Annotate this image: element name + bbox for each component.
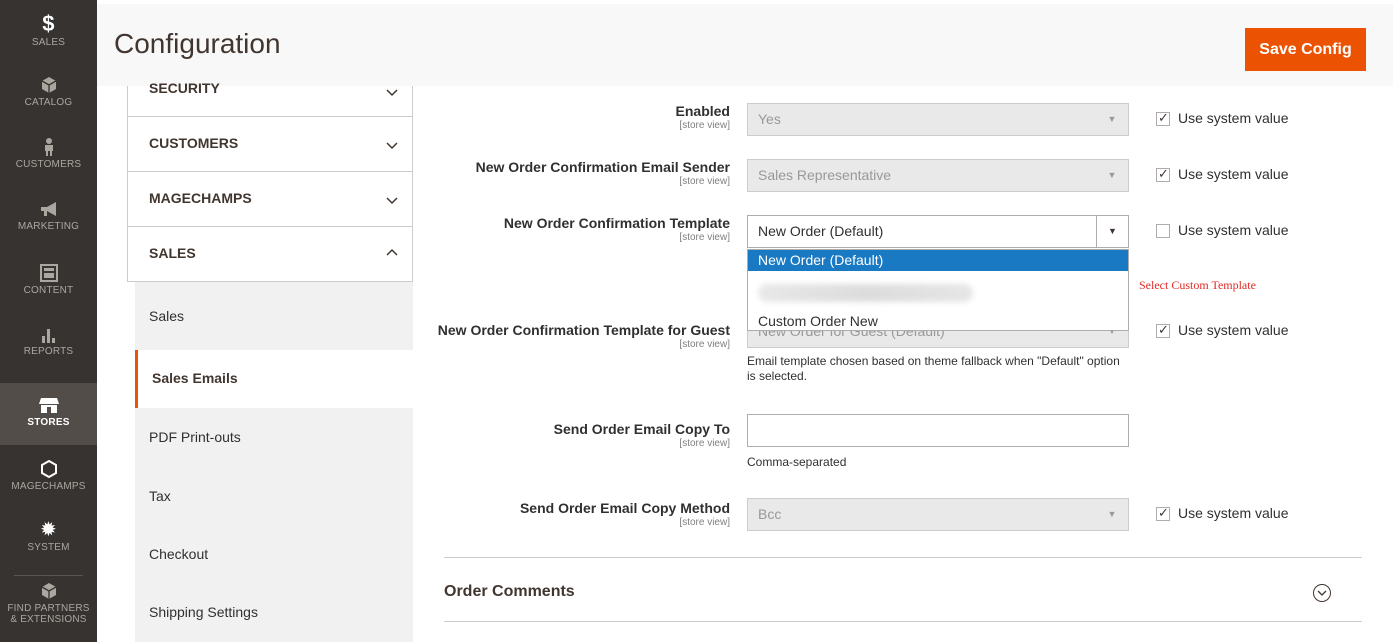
nav-catalog[interactable]: CATALOG [0,76,97,108]
copy-to-label: Send Order Email Copy To [store view] [553,421,730,449]
box-icon [41,77,56,93]
chevron-down-icon: ▼ [1107,509,1117,519]
section-divider [444,621,1362,622]
sender-use-system-checkbox[interactable]: ✓ [1156,166,1170,182]
nav-customers[interactable]: CUSTOMERS [0,138,97,170]
nav-divider [14,575,83,576]
nav-sales[interactable]: $ SALES [0,11,97,49]
section-sales[interactable]: SALES [127,227,413,282]
tab-sales[interactable]: Sales [135,282,413,350]
bars-icon [41,329,55,343]
template-label: New Order Confirmation Template [store vi… [503,215,730,243]
expand-circle-icon[interactable] [1313,584,1331,602]
nav-stores[interactable]: STORES [0,383,97,445]
dollar-icon: $ [42,11,55,36]
guest-use-system-checkbox[interactable]: ✓ [1156,322,1170,338]
chevron-up-icon [386,248,398,256]
save-config-button[interactable]: Save Config [1245,28,1366,71]
nav-reports[interactable]: REPORTS [0,325,97,357]
section-magechamps-label: MAGECHAMPS [149,190,252,206]
use-system-label: Use system value [1178,222,1289,238]
nav-magechamps[interactable]: MAGECHAMPS [0,460,97,492]
template-dropdown-list: New Order (Default) Custom Order New [747,249,1129,331]
copy-method-label: Send Order Email Copy Method [store view] [519,500,730,528]
section-magechamps[interactable]: MAGECHAMPS [127,172,413,227]
section-sales-label: SALES [149,245,196,261]
store-icon [38,398,59,413]
hexagon-icon [40,460,57,478]
guest-template-label: New Order Confirmation Template for Gues… [437,322,730,350]
use-system-label: Use system value [1178,505,1289,521]
tab-sales-emails[interactable]: Sales Emails [135,350,413,408]
chevron-down-icon: ▼ [1107,114,1117,124]
chevron-down-icon: ▼ [1096,216,1128,247]
enabled-select[interactable]: Yes ▼ [747,103,1129,136]
chevron-down-icon [386,197,398,205]
section-security[interactable]: SECURITY [127,80,413,117]
person-icon [44,138,53,156]
gear-icon: ✹ [40,519,57,541]
use-system-label: Use system value [1178,166,1289,182]
copy-method-use-system-checkbox[interactable]: ✓ [1156,505,1170,521]
dropdown-option-default[interactable]: New Order (Default) [748,250,1128,271]
section-security-label: SECURITY [149,80,220,96]
use-system-label: Use system value [1178,322,1289,338]
template-use-system-checkbox[interactable] [1156,224,1170,238]
guest-template-note: Email template chosen based on theme fal… [747,354,1120,383]
nav-content[interactable]: CONTENT [0,264,97,296]
copy-method-select[interactable]: Bcc ▼ [747,498,1129,531]
page-header: Configuration Save Config [97,4,1393,86]
section-customers-label: CUSTOMERS [149,135,239,151]
tab-tax[interactable]: Tax [135,468,413,526]
nav-find-partners[interactable]: FIND PARTNERS & EXTENSIONS [0,582,97,625]
sender-label: New Order Confirmation Email Sender [stor… [475,159,730,187]
copy-to-note: Comma-separated [747,455,847,469]
enabled-use-system-checkbox[interactable]: ✓ [1156,110,1170,126]
chevron-down-icon: ▼ [1107,170,1117,180]
nav-system[interactable]: ✹ SYSTEM [0,519,97,553]
tab-pdf-printouts[interactable]: PDF Print-outs [135,408,413,468]
section-customers[interactable]: CUSTOMERS [127,117,413,172]
layout-icon [39,264,58,282]
box-icon [41,583,56,599]
chevron-down-icon [386,142,398,150]
enabled-label: Enabled [store view] [675,103,730,131]
check-icon: ✓ [1158,166,1169,181]
sender-select[interactable]: Sales Representative ▼ [747,159,1129,192]
check-icon: ✓ [1158,505,1169,520]
tab-checkout[interactable]: Checkout [135,526,413,584]
megaphone-icon [40,202,56,216]
chevron-down-icon [386,89,398,97]
annotation-text: Select Custom Template [1139,278,1256,292]
tab-shipping-settings[interactable]: Shipping Settings [135,584,413,642]
use-system-label: Use system value [1178,110,1289,126]
redacted-option[interactable] [758,284,973,302]
copy-to-input[interactable] [747,414,1129,447]
section-divider [444,557,1362,558]
admin-sidebar: $ SALES CATALOG CUSTOMERS MARKETING CONT… [0,0,97,642]
config-tabs: SECURITY CUSTOMERS MAGECHAMPS SALES Sale… [127,80,413,642]
template-select[interactable]: New Order (Default) ▼ [747,215,1129,248]
check-icon: ✓ [1158,322,1169,337]
check-icon: ✓ [1158,110,1169,125]
order-comments-title[interactable]: Order Comments [444,583,575,601]
page-title: Configuration [114,28,281,59]
dropdown-option-custom[interactable]: Custom Order New [748,311,1128,332]
nav-marketing[interactable]: MARKETING [0,200,97,232]
